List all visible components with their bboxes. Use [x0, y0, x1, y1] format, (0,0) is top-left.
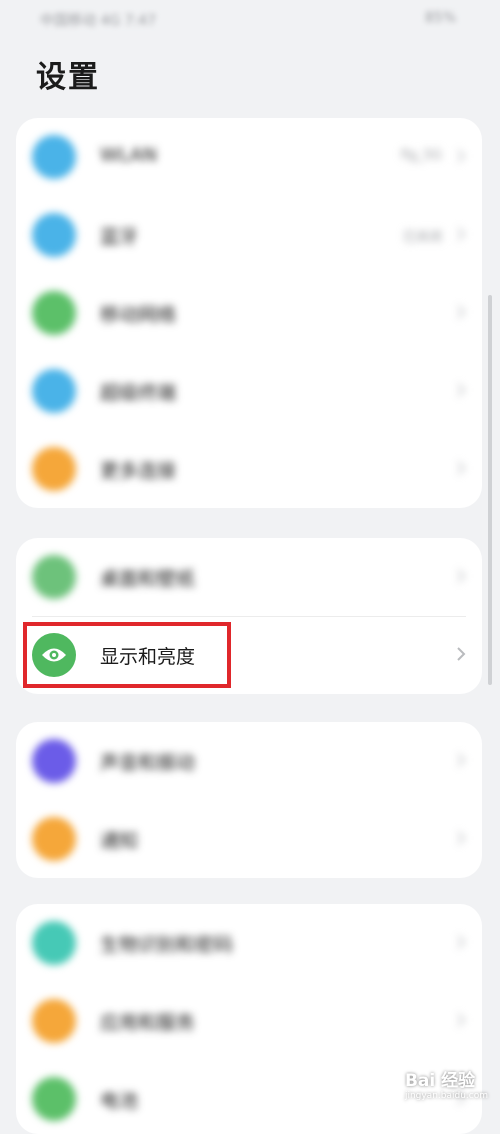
- settings-item-notifications[interactable]: 通知: [16, 800, 482, 878]
- chevron-right-icon: [457, 569, 466, 583]
- chevron-right-icon: [457, 753, 466, 767]
- settings-item-sound-vibration[interactable]: 声音和振动: [16, 722, 482, 800]
- settings-item-value: 已关闭: [402, 230, 442, 245]
- settings-item-label: 通知: [100, 830, 139, 852]
- settings-item-apps-services[interactable]: 应用和服务: [16, 982, 482, 1060]
- settings-item-wlan[interactable]: WLAN flg_5G: [16, 118, 482, 196]
- settings-item-label: 移动网络: [100, 304, 177, 326]
- mobile-network-icon: [32, 291, 76, 335]
- settings-item-more-connections[interactable]: 更多连接: [16, 430, 482, 508]
- settings-item-bluetooth[interactable]: 蓝牙 已关闭: [16, 196, 482, 274]
- settings-item-biometrics-password[interactable]: 生物识别和密码: [16, 904, 482, 982]
- chevron-right-icon: [457, 149, 466, 163]
- settings-item-label: 超级终端: [100, 382, 177, 404]
- wallpaper-icon: [32, 555, 76, 599]
- settings-item-value: flg_5G: [400, 148, 442, 163]
- apps-icon: [32, 999, 76, 1043]
- settings-item-super-device[interactable]: 超级终端: [16, 352, 482, 430]
- settings-item-label: 声音和振动: [100, 752, 196, 774]
- watermark-main: Bai 经验: [404, 1071, 476, 1091]
- status-bar: 中国移动 4G 7:47 85%: [0, 0, 500, 40]
- key-icon: [32, 921, 76, 965]
- watermark-logo: Bai 经验 jingyan.baidu.com: [405, 1066, 488, 1101]
- settings-item-mobile-network[interactable]: 移动网络: [16, 274, 482, 352]
- highlight-box: [23, 622, 231, 688]
- chevron-right-icon: [457, 227, 466, 241]
- wifi-icon: [32, 135, 76, 179]
- settings-item-desktop-wallpaper[interactable]: 桌面和壁纸: [16, 538, 482, 616]
- scrollbar[interactable]: [488, 295, 492, 685]
- super-device-icon: [32, 369, 76, 413]
- chevron-right-icon: [457, 1013, 466, 1027]
- chevron-right-icon: [457, 647, 466, 661]
- settings-group-sound-notification: 声音和振动 通知: [16, 722, 482, 878]
- link-icon: [32, 447, 76, 491]
- settings-item-label: 应用和服务: [100, 1012, 196, 1034]
- bell-icon: [32, 817, 76, 861]
- page-title: 设置: [36, 60, 100, 95]
- chevron-right-icon: [457, 461, 466, 475]
- watermark-sub: jingyan.baidu.com: [404, 1091, 488, 1101]
- battery-icon: [32, 1077, 76, 1121]
- settings-item-label: 生物识别和密码: [100, 934, 234, 956]
- settings-item-label: 蓝牙: [100, 226, 139, 248]
- chevron-right-icon: [457, 305, 466, 319]
- settings-item-label: WLAN: [100, 144, 158, 166]
- bluetooth-icon: [32, 213, 76, 257]
- status-battery: 85%: [424, 10, 456, 26]
- chevron-right-icon: [457, 935, 466, 949]
- status-carrier-time: 中国移动 4G 7:47: [40, 13, 157, 29]
- chevron-right-icon: [457, 831, 466, 845]
- settings-item-label: 电池: [100, 1090, 139, 1112]
- settings-item-label: 桌面和壁纸: [100, 568, 196, 590]
- settings-group-connections: WLAN flg_5G 蓝牙 已关闭 移动网络 超级终端 更多连接: [16, 118, 482, 508]
- settings-item-label: 更多连接: [100, 460, 177, 482]
- sound-icon: [32, 739, 76, 783]
- chevron-right-icon: [457, 383, 466, 397]
